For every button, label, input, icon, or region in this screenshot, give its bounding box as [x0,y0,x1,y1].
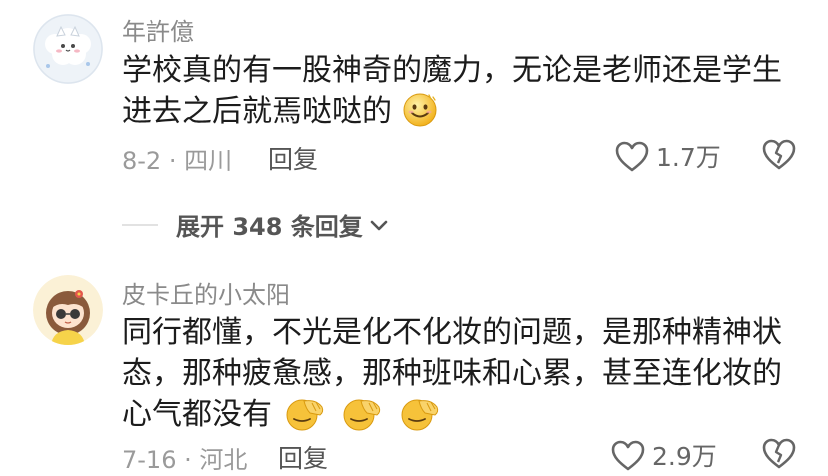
dislike-button[interactable] [762,138,796,174]
facepalm-icon [339,395,383,442]
like-count: 2.9万 [652,442,717,471]
comment-text-line-with-emoji: 心气都没有 [122,394,802,442]
avatar[interactable] [33,14,103,84]
dislike-button[interactable] [762,437,796,473]
divider-line [122,223,158,226]
expand-replies-label: 展开 348 条回复 [176,213,363,241]
comment-text: 学校真的有一股神奇的魔力，无论是老师还是学生 进去之后就焉哒哒的 [122,50,802,139]
heart-icon [615,141,649,172]
reply-button[interactable]: 回复 [278,439,328,475]
comment-text-line-with-emoji: 进去之后就焉哒哒的 [122,91,802,139]
cloud-cat-avatar-icon [33,14,103,84]
comment-text-line: 进去之后就焉哒哒的 [122,94,392,129]
broken-heart-icon [762,438,796,469]
facepalm-icon [282,395,326,442]
cartoon-girl-avatar-icon [33,275,103,345]
heart-icon [611,440,645,471]
broken-heart-icon [762,139,796,170]
facepalm-icon [397,395,441,442]
comment-text: 同行都懂，不光是化不化妆的问题，是那种精神状 态，那种疲惫感，那种班味和心累，甚… [122,312,802,442]
comment-date-location: 7-16 · 河北 [122,446,248,474]
like-button[interactable]: 2.9万 [610,437,717,473]
comment-text-line: 态，那种疲惫感，那种班味和心累，甚至连化妆的 [122,356,782,391]
comment-text-line: 心气都没有 [122,397,272,432]
chevron-down-icon [370,220,388,230]
comment-item: 皮卡丘的小太阳 同行都懂，不光是化不化妆的问题，是那种精神状 态，那种疲惫感，那… [0,262,828,476]
username[interactable]: 年許億 [122,12,194,47]
comment-text-line: 同行都懂，不光是化不化妆的问题，是那种精神状 [122,315,782,350]
slightly-smiling-face-icon [402,92,438,139]
like-count: 1.7万 [656,143,721,172]
comment-text-line: 学校真的有一股神奇的魔力，无论是老师还是学生 [122,53,782,88]
like-button[interactable]: 1.7万 [614,138,721,174]
comment-item: 年許億 学校真的有一股神奇的魔力，无论是老师还是学生 进去之后就焉哒哒的 8-2… [0,0,828,200]
avatar[interactable] [33,275,103,345]
comment-date-location: 8-2 · 四川 [122,147,233,175]
expand-replies-button[interactable]: 展开 348 条回复 [122,207,391,242]
username[interactable]: 皮卡丘的小太阳 [122,275,290,310]
reply-button[interactable]: 回复 [268,140,318,176]
